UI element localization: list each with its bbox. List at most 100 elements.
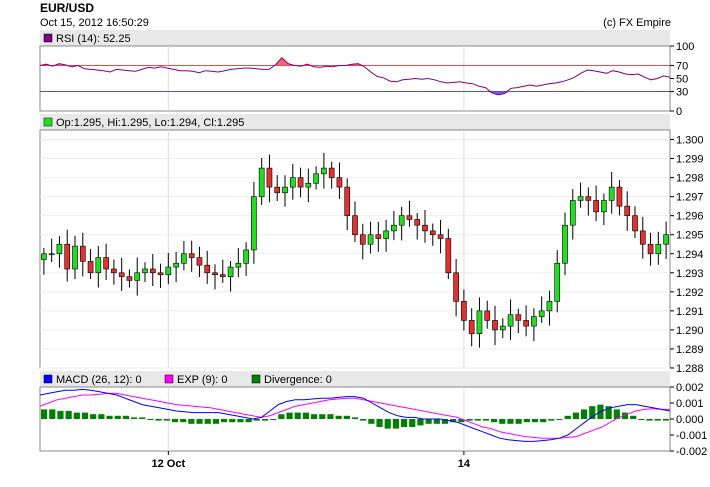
symbol-title: EUR/USD	[40, 1, 94, 15]
divergence-bar	[245, 419, 252, 423]
price-legend-label: Op:1.295, Hi:1.295, Lo:1.294, Cl:1.295	[56, 117, 244, 129]
candle-body	[359, 234, 366, 245]
candle-body	[422, 224, 428, 232]
candle-body	[515, 314, 522, 321]
divergence-bar	[180, 419, 187, 423]
divergence-bar	[221, 419, 228, 423]
candle-body	[624, 205, 631, 216]
candle-body	[601, 200, 607, 213]
candle-body	[243, 249, 249, 264]
candle-body	[188, 253, 195, 258]
candle-body	[297, 177, 304, 188]
divergence-bar	[433, 419, 440, 424]
divergence-bar	[327, 414, 334, 419]
candle-body	[149, 268, 156, 274]
rsi-tick-label: 100	[676, 41, 694, 53]
candle-body	[414, 219, 421, 226]
candle-body	[593, 200, 599, 213]
divergence-bar	[425, 419, 432, 424]
divergence-bar	[540, 419, 547, 423]
divergence-bar	[163, 419, 170, 421]
divergence-bar	[57, 411, 64, 419]
divergence-bar	[196, 419, 203, 424]
divergence-bar	[131, 417, 138, 419]
divergence-bar	[581, 409, 588, 419]
price-tick-label: 1.296	[676, 211, 704, 223]
divergence-bar	[630, 415, 637, 419]
divergence-bar	[106, 415, 113, 419]
candle-body	[523, 320, 529, 327]
divergence-bar	[155, 419, 162, 421]
divergence-bar	[253, 419, 260, 421]
x-axis: 12 Oct 14	[152, 451, 471, 470]
panel-frame	[39, 45, 671, 112]
candle-body	[258, 167, 265, 197]
candle-body	[103, 257, 109, 270]
price-tick-label: 1.291	[676, 306, 704, 318]
divergence-bar	[311, 414, 318, 419]
macd-tick-label: 0.002	[676, 382, 704, 394]
divergence-bar	[384, 419, 391, 429]
divergence-bar	[229, 419, 236, 423]
candle-body	[484, 310, 491, 321]
candle-body	[134, 272, 141, 281]
price-legend-swatch	[43, 117, 53, 127]
candle-body	[142, 268, 148, 274]
candle-body	[328, 167, 335, 178]
divergence-bar	[98, 414, 105, 419]
macd-panel: MACD (26, 12): 0 EXP (9): 0 Divergence: …	[39, 371, 707, 458]
divergence-bar	[204, 419, 211, 424]
panel-frame	[39, 129, 671, 369]
candle-body	[72, 245, 78, 270]
macd-tick-label: 0.000	[676, 414, 704, 426]
candle-body	[577, 196, 584, 201]
candle-body	[219, 274, 226, 277]
copyright: (c) FX Empire	[603, 17, 671, 29]
divergence-bar	[409, 419, 416, 427]
divergence-bar	[401, 419, 408, 427]
rsi-legend-bar	[40, 30, 670, 46]
x-tick-label: 12 Oct	[152, 458, 186, 470]
candle-body	[181, 253, 187, 264]
candle-body	[406, 215, 413, 220]
exp-legend-swatch	[164, 374, 174, 384]
price-tick-label: 1.288	[676, 363, 704, 375]
rsi-legend-label: RSI (14): 52.25	[56, 33, 131, 45]
candle-body	[204, 264, 211, 274]
candle-body	[344, 186, 351, 216]
divergence-bar	[638, 419, 645, 420]
macd-tick-label: -0.002	[676, 446, 707, 458]
candle-body	[461, 301, 467, 321]
divergence-bar	[294, 412, 301, 419]
candle-body	[251, 196, 257, 251]
candle-body	[546, 301, 553, 312]
divergence-bar	[515, 419, 522, 424]
candle-body	[79, 245, 86, 262]
divergence-bar	[360, 419, 367, 421]
candle-body	[266, 167, 273, 188]
candle-body	[118, 272, 125, 277]
candle-body	[445, 238, 452, 274]
price-panel: Op:1.295, Hi:1.295, Lo:1.294, Cl:1.295 1…	[39, 114, 704, 375]
price-tick-label: 1.295	[676, 230, 704, 242]
candle-body	[391, 224, 397, 232]
candle-body	[352, 215, 358, 236]
candle-body	[468, 320, 475, 335]
candle-body	[531, 316, 537, 327]
divergence-bar	[270, 419, 277, 420]
candle-body	[212, 272, 218, 276]
candle-body	[663, 234, 669, 245]
candle-body	[655, 243, 662, 255]
divergence-bar	[376, 419, 383, 427]
candle-body	[476, 310, 483, 335]
divergence-bar	[556, 419, 563, 420]
candle-body	[554, 262, 561, 302]
candle-body	[227, 266, 234, 277]
divergence-bar	[482, 419, 489, 421]
divergence-bar	[351, 417, 359, 419]
macd-tick-label: -0.001	[676, 430, 707, 442]
candle-body	[282, 186, 288, 194]
divergence-bar	[417, 419, 424, 426]
candle-body	[336, 177, 343, 188]
candle-body	[126, 276, 133, 281]
